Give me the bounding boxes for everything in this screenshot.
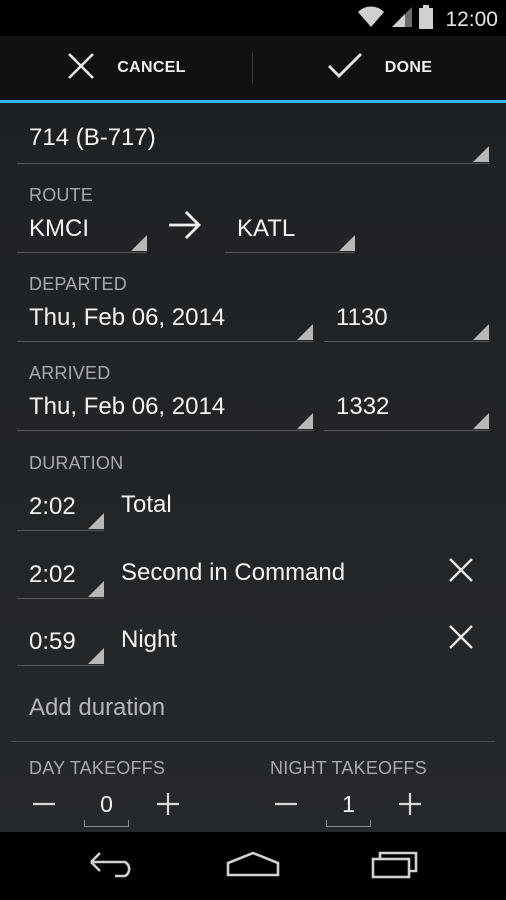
wifi-icon xyxy=(357,6,385,33)
plus-icon xyxy=(156,792,180,821)
done-button[interactable]: DONE xyxy=(253,36,506,100)
dropdown-indicator-icon xyxy=(473,146,489,162)
departed-time-value: 1130 xyxy=(336,303,388,331)
duration-sic-spinner[interactable]: 2:02 xyxy=(17,551,104,599)
night-takeoffs-value[interactable]: 1 xyxy=(326,791,371,827)
night-takeoffs-increment-button[interactable] xyxy=(390,786,430,826)
battery-icon xyxy=(419,5,434,34)
duration-type-label: Night xyxy=(121,626,178,653)
duration-type-label: Total xyxy=(121,491,172,518)
dropdown-indicator-icon xyxy=(297,324,313,340)
dropdown-indicator-icon xyxy=(88,581,104,597)
dropdown-indicator-icon xyxy=(297,413,313,429)
add-duration-button[interactable]: Add duration xyxy=(29,694,165,722)
duration-type-label: Second in Command xyxy=(121,559,346,586)
dropdown-indicator-icon xyxy=(339,235,355,251)
dropdown-indicator-icon xyxy=(473,413,489,429)
day-takeoffs-decrement-button[interactable] xyxy=(24,786,64,826)
back-button[interactable] xyxy=(72,842,152,890)
home-icon xyxy=(225,849,281,884)
dropdown-indicator-icon xyxy=(473,324,489,340)
remove-night-button[interactable] xyxy=(441,619,481,659)
minus-icon xyxy=(274,792,298,821)
arrow-right-icon xyxy=(167,210,203,245)
done-label: DONE xyxy=(384,59,433,76)
close-icon xyxy=(448,557,474,588)
close-icon xyxy=(448,624,474,655)
night-takeoffs-decrement-button[interactable] xyxy=(266,786,306,826)
aircraft-spinner[interactable]: 714 (B-717) xyxy=(17,113,489,164)
recents-button[interactable] xyxy=(355,842,435,890)
dropdown-indicator-icon xyxy=(88,513,104,529)
checkmark-icon xyxy=(327,52,363,85)
status-bar: 12:00 xyxy=(0,0,506,36)
departed-time-spinner[interactable]: 1130 xyxy=(324,294,489,342)
navigation-bar xyxy=(0,832,506,900)
departed-date-spinner[interactable]: Thu, Feb 06, 2014 xyxy=(17,294,313,342)
day-takeoffs-increment-button[interactable] xyxy=(148,786,188,826)
aircraft-value: 714 (B-717) xyxy=(29,124,156,151)
cell-signal-icon xyxy=(391,6,413,33)
duration-night-spinner[interactable]: 0:59 xyxy=(17,618,104,666)
section-divider xyxy=(11,741,495,742)
route-to-spinner[interactable]: KATL xyxy=(225,205,355,253)
route-from-value: KMCI xyxy=(29,214,89,242)
duration-label: DURATION xyxy=(29,453,124,473)
dropdown-indicator-icon xyxy=(131,235,147,251)
arrived-time-spinner[interactable]: 1332 xyxy=(324,383,489,431)
route-to-value: KATL xyxy=(237,214,296,242)
departed-date-value: Thu, Feb 06, 2014 xyxy=(29,303,226,331)
status-time: 12:00 xyxy=(445,7,498,31)
recents-icon xyxy=(370,849,420,884)
flight-form: 714 (B-717) ROUTE KMCI KATL DEPARTED Thu… xyxy=(0,103,506,832)
day-takeoffs-label: DAY TAKEOFFS xyxy=(29,758,166,778)
route-from-spinner[interactable]: KMCI xyxy=(17,205,147,253)
duration-total-spinner[interactable]: 2:02 xyxy=(17,483,104,531)
duration-value: 2:02 xyxy=(29,492,76,520)
home-button[interactable] xyxy=(213,842,293,890)
duration-value: 2:02 xyxy=(29,560,76,588)
dropdown-indicator-icon xyxy=(88,648,104,664)
plus-icon xyxy=(398,792,422,821)
arrived-date-spinner[interactable]: Thu, Feb 06, 2014 xyxy=(17,383,313,431)
duration-value: 0:59 xyxy=(29,627,76,655)
arrived-time-value: 1332 xyxy=(336,392,390,420)
departed-label: DEPARTED xyxy=(29,274,127,294)
cancel-label: CANCEL xyxy=(117,59,186,76)
route-label: ROUTE xyxy=(29,185,93,205)
cancel-button[interactable]: CANCEL xyxy=(0,36,253,100)
close-icon xyxy=(67,52,95,85)
day-takeoffs-value[interactable]: 0 xyxy=(84,791,129,827)
remove-sic-button[interactable] xyxy=(441,552,481,592)
night-takeoffs-label: NIGHT TAKEOFFS xyxy=(270,758,427,778)
minus-icon xyxy=(32,792,56,821)
arrived-label: ARRIVED xyxy=(29,363,111,383)
arrived-date-value: Thu, Feb 06, 2014 xyxy=(29,392,226,420)
action-bar: CANCEL DONE xyxy=(0,36,506,100)
back-icon xyxy=(87,849,137,884)
